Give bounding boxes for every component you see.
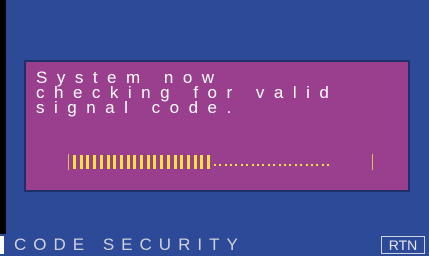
progress-empty-segment bbox=[278, 164, 281, 166]
progress-filled-segment bbox=[180, 155, 184, 169]
progress-filled-segment bbox=[106, 155, 110, 169]
progress-filled-segment bbox=[73, 155, 76, 169]
progress-right-cap bbox=[372, 154, 373, 170]
progress-filled-segment bbox=[133, 155, 137, 169]
progress-empty-segment bbox=[235, 164, 238, 166]
progress-empty-segment bbox=[294, 164, 297, 166]
progress-filled-segment bbox=[99, 155, 103, 169]
progress-empty-segment bbox=[327, 164, 330, 166]
status-dialog: System now checking for valid signal cod… bbox=[24, 60, 410, 192]
progress-filled-segment bbox=[193, 155, 197, 169]
progress-empty-segment bbox=[300, 164, 303, 166]
progress-filled-segment bbox=[79, 155, 83, 169]
progress-filled-segment bbox=[207, 155, 210, 169]
progress-empty-segment bbox=[283, 164, 286, 166]
progress-filled-segment bbox=[160, 155, 164, 169]
return-button[interactable]: RTN bbox=[381, 236, 425, 254]
progress-empty-segment bbox=[310, 164, 313, 166]
progress-empty-segment bbox=[246, 164, 249, 166]
progress-empty-segment bbox=[219, 164, 222, 166]
progress-filled-segment bbox=[166, 155, 170, 169]
progress-empty-segment bbox=[289, 164, 292, 166]
progress-empty-segment bbox=[251, 164, 254, 166]
progress-filled-segment bbox=[113, 155, 117, 169]
progress-filled-segment bbox=[93, 155, 97, 169]
status-line-3: signal code. bbox=[36, 98, 241, 117]
progress-empty-segment bbox=[213, 164, 216, 166]
progress-empty-segment bbox=[267, 164, 270, 166]
progress-left-cap bbox=[68, 154, 69, 170]
progress-filled-segment bbox=[119, 155, 123, 169]
progress-filled-segment bbox=[86, 155, 90, 169]
progress-empty-segment bbox=[316, 164, 319, 166]
progress-filled-segment bbox=[126, 155, 130, 169]
status-message: System now checking for valid signal cod… bbox=[36, 69, 406, 117]
progress-empty-segment bbox=[321, 164, 324, 166]
progress-empty-segment bbox=[305, 164, 308, 166]
progress-filled-segment bbox=[186, 155, 190, 169]
progress-empty-segment bbox=[262, 164, 265, 166]
progress-empty-segment bbox=[240, 164, 243, 166]
footer-title: CODE SECURITY bbox=[14, 235, 245, 254]
progress-bar bbox=[68, 152, 373, 172]
progress-filled-segment bbox=[173, 155, 177, 169]
progress-empty-segment bbox=[256, 164, 259, 166]
progress-filled-segment bbox=[200, 155, 204, 169]
progress-empty-segment bbox=[229, 164, 232, 166]
footer-marker bbox=[0, 236, 4, 254]
progress-empty-segment bbox=[224, 164, 227, 166]
progress-filled-segment bbox=[153, 155, 157, 169]
progress-filled-segment bbox=[140, 155, 143, 169]
progress-empty-segment bbox=[273, 164, 276, 166]
progress-filled-segment bbox=[146, 155, 150, 169]
